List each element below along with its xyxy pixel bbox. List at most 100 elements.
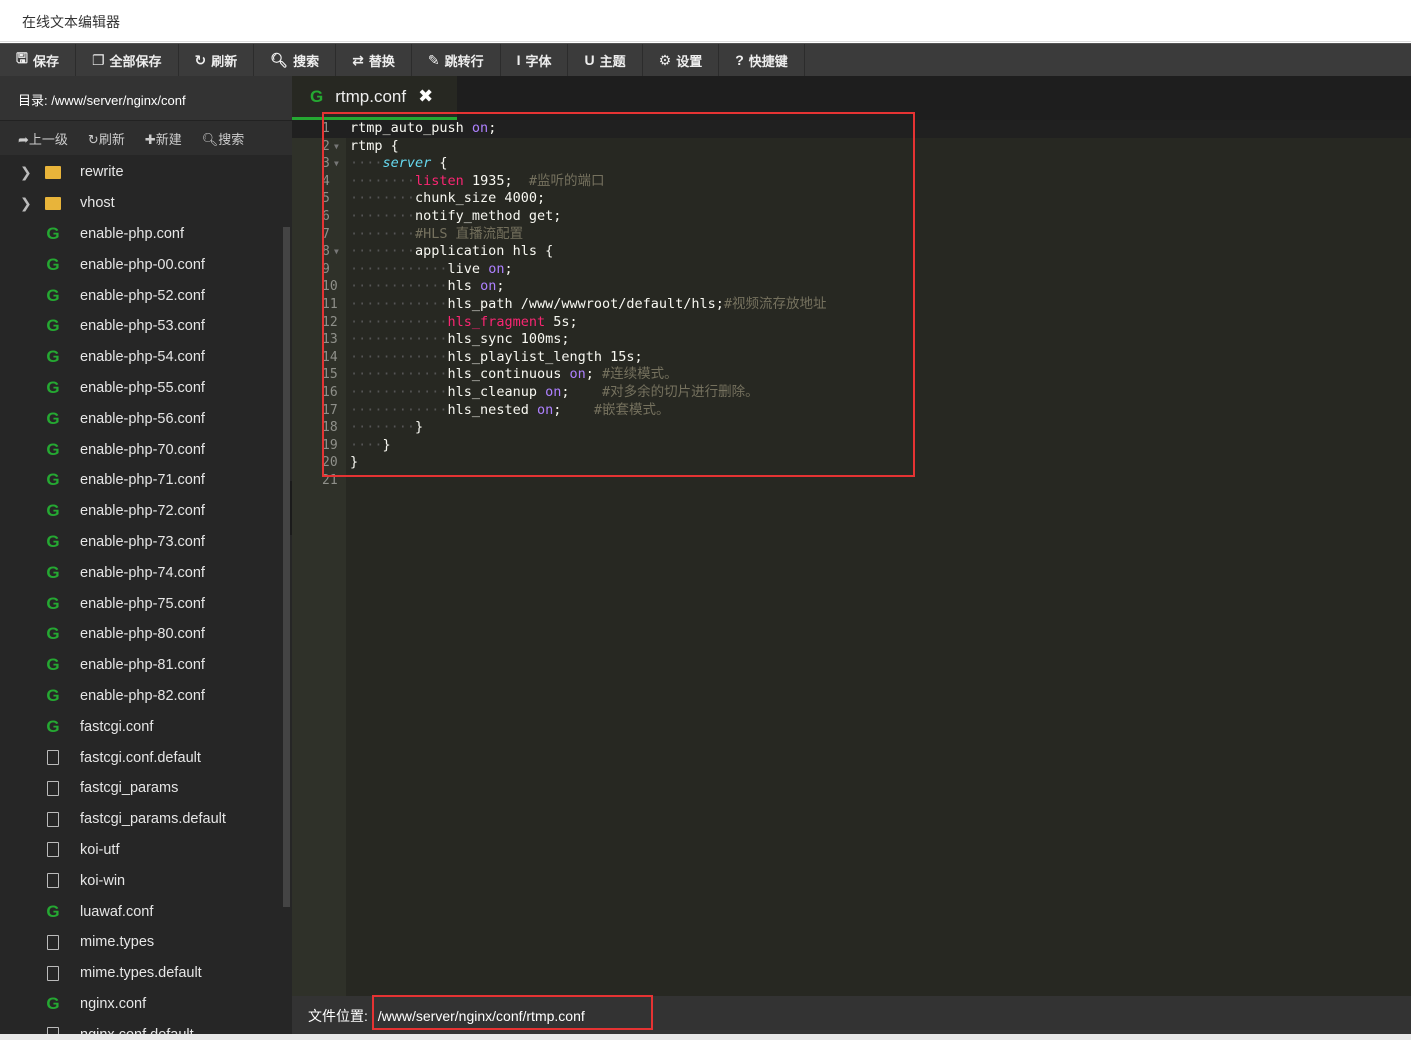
sidebar-tool-1[interactable]: ↻刷新 [88,129,125,148]
nginx-file-icon: G [46,316,60,336]
nginx-file-icon: G [46,716,60,736]
toolbar-button-label: 快捷键 [748,53,788,69]
document-icon [40,780,66,796]
document-icon [40,934,66,950]
file-item[interactable]: fastcgi_params [0,773,292,804]
file-item[interactable]: fastcgi_params.default [0,804,292,835]
file-item[interactable]: Genable-php-52.conf [0,280,292,311]
toolbar-button-8[interactable]: ⚙ 设置 [643,44,720,76]
file-name: nginx.conf.default [80,1027,194,1034]
file-name: enable-php-82.conf [80,687,205,704]
pin-icon: ✎ [427,51,440,68]
toolbar-button-2[interactable]: ↻ 刷新 [179,44,255,76]
file-item[interactable]: Genable-php-56.conf [0,403,292,434]
file-item[interactable]: Gluawaf.conf [0,896,292,927]
sidebar-tool-label: 新建 [155,131,182,147]
gear-icon: ⚙ [658,51,672,68]
sidebar-tool-label: 搜索 [218,131,245,147]
file-item[interactable]: Genable-php-53.conf [0,311,292,342]
close-icon[interactable]: ✖ [418,86,433,107]
toolbar-button-label: 设置 [676,53,703,69]
theme-icon: U [584,52,595,68]
folder-shape [45,196,61,210]
file-item[interactable]: koi-utf [0,835,292,866]
file-name: enable-php-72.conf [80,503,205,520]
file-item[interactable]: Genable-php-72.conf [0,496,292,527]
file-location-label: 文件位置: [308,1008,368,1024]
toolbar-button-4[interactable]: ⇄ 替换 [336,44,412,76]
file-name: enable-php.conf [80,225,184,242]
file-name: rewrite [80,164,124,181]
doc-shape [47,965,59,981]
file-item[interactable]: Genable-php-70.conf [0,434,292,465]
file-item[interactable]: Gnginx.conf [0,989,292,1020]
file-name: enable-php-75.conf [80,595,205,612]
font-icon: I [516,52,521,68]
toolbar-button-label: 刷新 [211,53,238,69]
file-item[interactable]: mime.types [0,927,292,958]
refresh-icon: ↻ [194,51,207,68]
nginx-file-icon: G [46,531,60,551]
document-icon [40,965,66,981]
file-item[interactable]: Genable-php-54.conf [0,342,292,373]
sidebar-tool-label: 刷新 [98,131,125,147]
file-item[interactable]: Genable-php-73.conf [0,527,292,558]
file-item[interactable]: Genable-php-74.conf [0,557,292,588]
file-item[interactable]: Genable-php-82.conf [0,681,292,712]
file-name: enable-php-74.conf [80,564,205,581]
sidebar-scrollbar[interactable] [283,227,290,907]
sidebar-tool-icon: 🔍︎ [201,131,219,147]
file-item[interactable]: Genable-php-81.conf [0,650,292,681]
file-item[interactable]: koi-win [0,865,292,896]
file-name: fastcgi_params [80,780,179,797]
file-item[interactable]: mime.types.default [0,958,292,989]
file-name: enable-php-73.conf [80,533,205,550]
sidebar-tool-3[interactable]: 🔍︎搜索 [202,129,245,148]
file-name: koi-utf [80,841,120,858]
file-item[interactable]: ❯ vhost [0,188,292,219]
toolbar-button-6[interactable]: I 字体 [501,44,569,76]
file-item[interactable]: Genable-php-75.conf [0,588,292,619]
toolbar-button-7[interactable]: U 主题 [568,44,643,76]
file-name: mime.types [80,934,155,951]
file-item[interactable]: fastcgi.conf.default [0,742,292,773]
sidebar-tool-label: 上一级 [28,131,68,147]
replace-icon: ⇄ [352,51,364,68]
nginx-file-icon: G [46,377,60,397]
file-item[interactable]: Genable-php-80.conf [0,619,292,650]
file-item[interactable]: Gfastcgi.conf [0,711,292,742]
doc-shape [47,780,59,796]
document-icon [40,842,66,858]
sidebar-tool-0[interactable]: ➦上一级 [18,129,68,148]
toolbar-button-3[interactable]: 🔍︎ 搜索 [254,44,337,76]
highlight-box-code [322,112,915,477]
nginx-file-icon: G [46,285,60,305]
file-name: luawaf.conf [80,903,154,920]
sidebar-tool-icon: ✚ [144,131,156,147]
file-item[interactable]: ❯ rewrite [0,157,292,188]
search-icon: 🔍︎ [270,51,289,68]
folder-icon [40,165,66,179]
toolbar-button-0[interactable]: 🖫 保存 [0,44,76,76]
file-item[interactable]: Genable-php-00.conf [0,249,292,280]
toolbar-button-label: 字体 [525,53,552,69]
file-item[interactable]: Genable-php.conf [0,219,292,250]
file-name: enable-php-70.conf [80,441,205,458]
status-bar [0,1034,1411,1040]
nginx-file-icon: G [46,901,60,921]
nginx-file-icon: G [46,593,60,613]
sidebar-tool-icon: ↻ [87,131,99,147]
file-item[interactable]: Genable-php-71.conf [0,465,292,496]
toolbar-button-label: 跳转行 [444,53,484,69]
file-item[interactable]: nginx.conf.default [0,1019,292,1034]
toolbar-button-9[interactable]: ? 快捷键 [719,44,805,76]
toolbar-button-label: 搜索 [293,53,320,69]
toolbar-button-5[interactable]: ✎ 跳转行 [412,44,501,76]
sidebar-tool-icon: ➦ [18,131,29,147]
sidebar-tool-2[interactable]: ✚新建 [145,129,182,148]
toolbar-button-1[interactable]: ❐ 全部保存 [76,44,179,76]
doc-shape [47,750,59,766]
folder-icon [40,196,66,210]
file-name: enable-php-80.conf [80,626,205,643]
file-item[interactable]: Genable-php-55.conf [0,373,292,404]
